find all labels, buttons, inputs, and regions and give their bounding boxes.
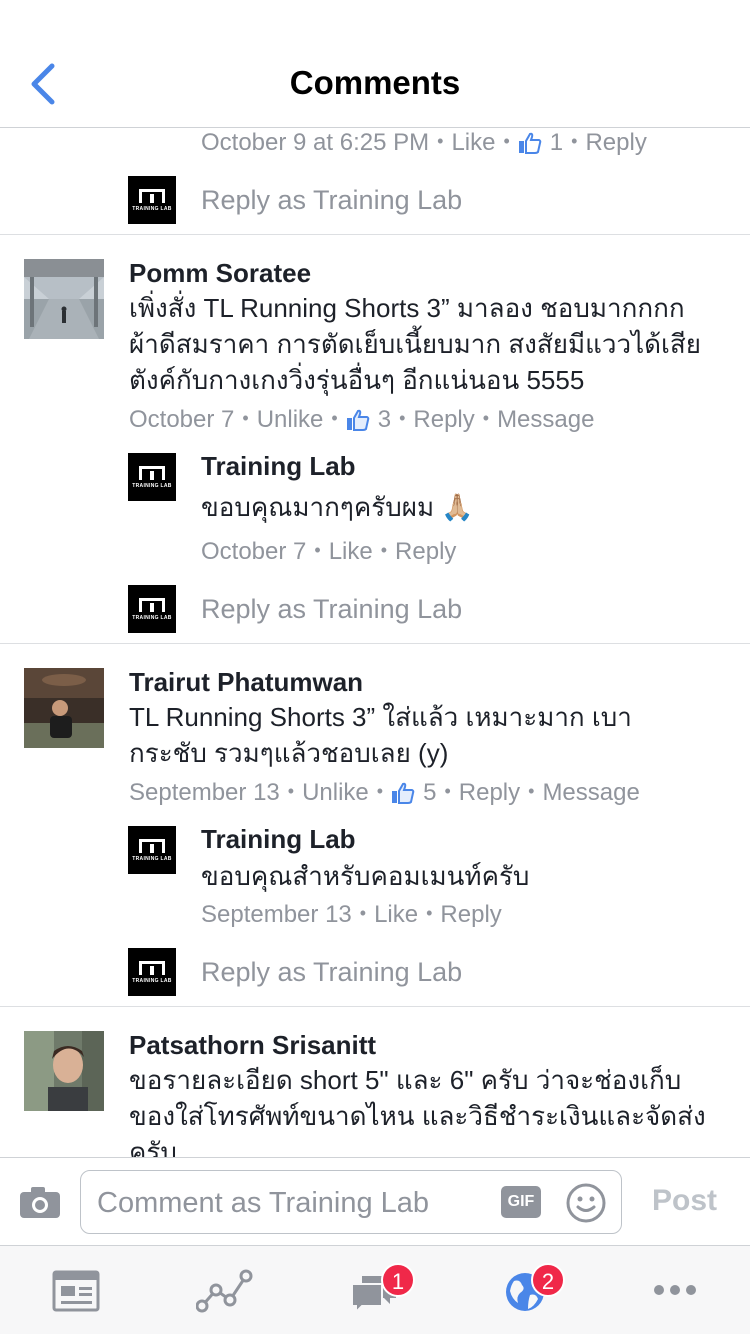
reply-as-row[interactable]: TRAINING LAB Reply as Training Lab	[128, 176, 462, 224]
unlike-link[interactable]: Unlike	[302, 779, 369, 806]
camera-button[interactable]	[18, 1184, 62, 1220]
divider	[0, 643, 750, 644]
reply-link[interactable]: Reply	[395, 538, 456, 565]
reply-as-label[interactable]: Reply as Training Lab	[201, 185, 462, 216]
tab-insights[interactable]	[150, 1246, 300, 1334]
like-count: 5	[423, 779, 437, 806]
avatar[interactable]	[24, 259, 104, 339]
like-count: 3	[377, 406, 392, 433]
like-link[interactable]: Like	[451, 129, 495, 156]
commenter-name[interactable]: Pomm Soratee	[129, 258, 311, 289]
tab-notifications[interactable]: 2	[450, 1246, 600, 1334]
training-lab-logo: TRAINING LAB	[128, 585, 176, 633]
smiley-icon	[566, 1183, 606, 1223]
avatar[interactable]	[24, 668, 104, 748]
news-feed-icon	[52, 1270, 100, 1312]
more-icon	[654, 1285, 696, 1295]
like-count: 1	[549, 129, 564, 156]
training-lab-logo[interactable]: TRAINING LAB	[128, 826, 176, 874]
comment-input[interactable]	[97, 1181, 487, 1225]
like-icon	[391, 782, 415, 811]
training-lab-logo: TRAINING LAB	[128, 176, 176, 224]
training-lab-logo: TRAINING LAB	[128, 948, 176, 996]
reply-meta: September 13 • Like • Reply	[201, 901, 502, 928]
reply-as-label[interactable]: Reply as Training Lab	[201, 594, 462, 625]
like-link[interactable]: Like	[374, 901, 418, 928]
commenter-name[interactable]: Trairut Phatumwan	[129, 667, 363, 698]
reply-time: October 7	[201, 538, 307, 565]
message-link[interactable]: Message	[542, 779, 639, 806]
comment-time: October 7	[129, 406, 235, 433]
comment-composer: GIF Post	[0, 1157, 750, 1245]
divider	[0, 1006, 750, 1007]
camera-icon	[20, 1187, 60, 1218]
reply-time: October 9 at 6:25 PM	[201, 129, 430, 156]
reply-text: ขอบคุณมากๆครับผม 🙏🏼	[201, 492, 474, 522]
reply-time: September 13	[201, 901, 352, 928]
reply-author-name[interactable]: Training Lab	[201, 451, 356, 482]
tab-bar: 1 2	[0, 1245, 750, 1334]
gif-button[interactable]: GIF	[501, 1186, 541, 1218]
like-icon	[518, 132, 542, 161]
reply-link[interactable]: Reply	[440, 901, 501, 928]
training-lab-logo[interactable]: TRAINING LAB	[128, 453, 176, 501]
tab-messages[interactable]: 1	[300, 1246, 450, 1334]
tab-news-feed[interactable]	[0, 1246, 150, 1334]
reply-link[interactable]: Reply	[585, 129, 646, 156]
comments-feed[interactable]: October 9 at 6:25 PM • Like • 1 • Reply TRAINI…	[0, 129, 750, 1157]
reply-as-row[interactable]: TRAINING LAB Reply as Training Lab	[128, 948, 462, 996]
reply-as-row[interactable]: TRAINING LAB Reply as Training Lab	[128, 585, 462, 633]
reply-text: ขอบคุณสำหรับคอมเมนท์ครับ	[201, 861, 530, 891]
commenter-name[interactable]: Patsathorn Srisanitt	[129, 1030, 376, 1061]
divider	[0, 234, 750, 235]
comment-meta: October 7 • Unlike • 3 • Reply • Message	[129, 406, 594, 438]
comment-text: TL Running Shorts 3” ใส่แล้ว เหมาะมาก เบ…	[129, 702, 632, 768]
message-link[interactable]: Message	[497, 406, 594, 433]
avatar[interactable]	[24, 1031, 104, 1111]
reply-meta: October 9 at 6:25 PM • Like • 1 • Reply	[201, 129, 647, 161]
insights-icon	[196, 1269, 253, 1313]
comment-text: ขอรายละเอียด short 5" และ 6" ครับ ว่าจะช…	[129, 1065, 706, 1157]
unlike-link[interactable]: Unlike	[257, 406, 324, 433]
post-button[interactable]: Post	[652, 1184, 717, 1218]
reply-link[interactable]: Reply	[459, 779, 520, 806]
messages-badge: 1	[381, 1263, 415, 1297]
comment-time: September 13	[129, 779, 280, 806]
like-icon	[346, 409, 370, 438]
notifications-badge: 2	[531, 1263, 565, 1297]
sticker-button[interactable]	[565, 1182, 607, 1224]
comment-input-box[interactable]: GIF	[80, 1170, 622, 1234]
reply-author-name[interactable]: Training Lab	[201, 824, 356, 855]
page-title: Comments	[289, 64, 461, 101]
header-bar: Comments	[0, 0, 750, 128]
comment-text: เพิ่งสั่ง TL Running Shorts 3” มาลอง ชอบ…	[129, 293, 702, 395]
reply-link[interactable]: Reply	[413, 406, 474, 433]
reply-as-label[interactable]: Reply as Training Lab	[201, 957, 462, 988]
comment-meta: September 13 • Unlike • 5 • Reply • Message	[129, 779, 640, 811]
reply-meta: October 7 • Like • Reply	[201, 538, 457, 565]
tab-more[interactable]	[600, 1246, 750, 1334]
like-link[interactable]: Like	[329, 538, 373, 565]
